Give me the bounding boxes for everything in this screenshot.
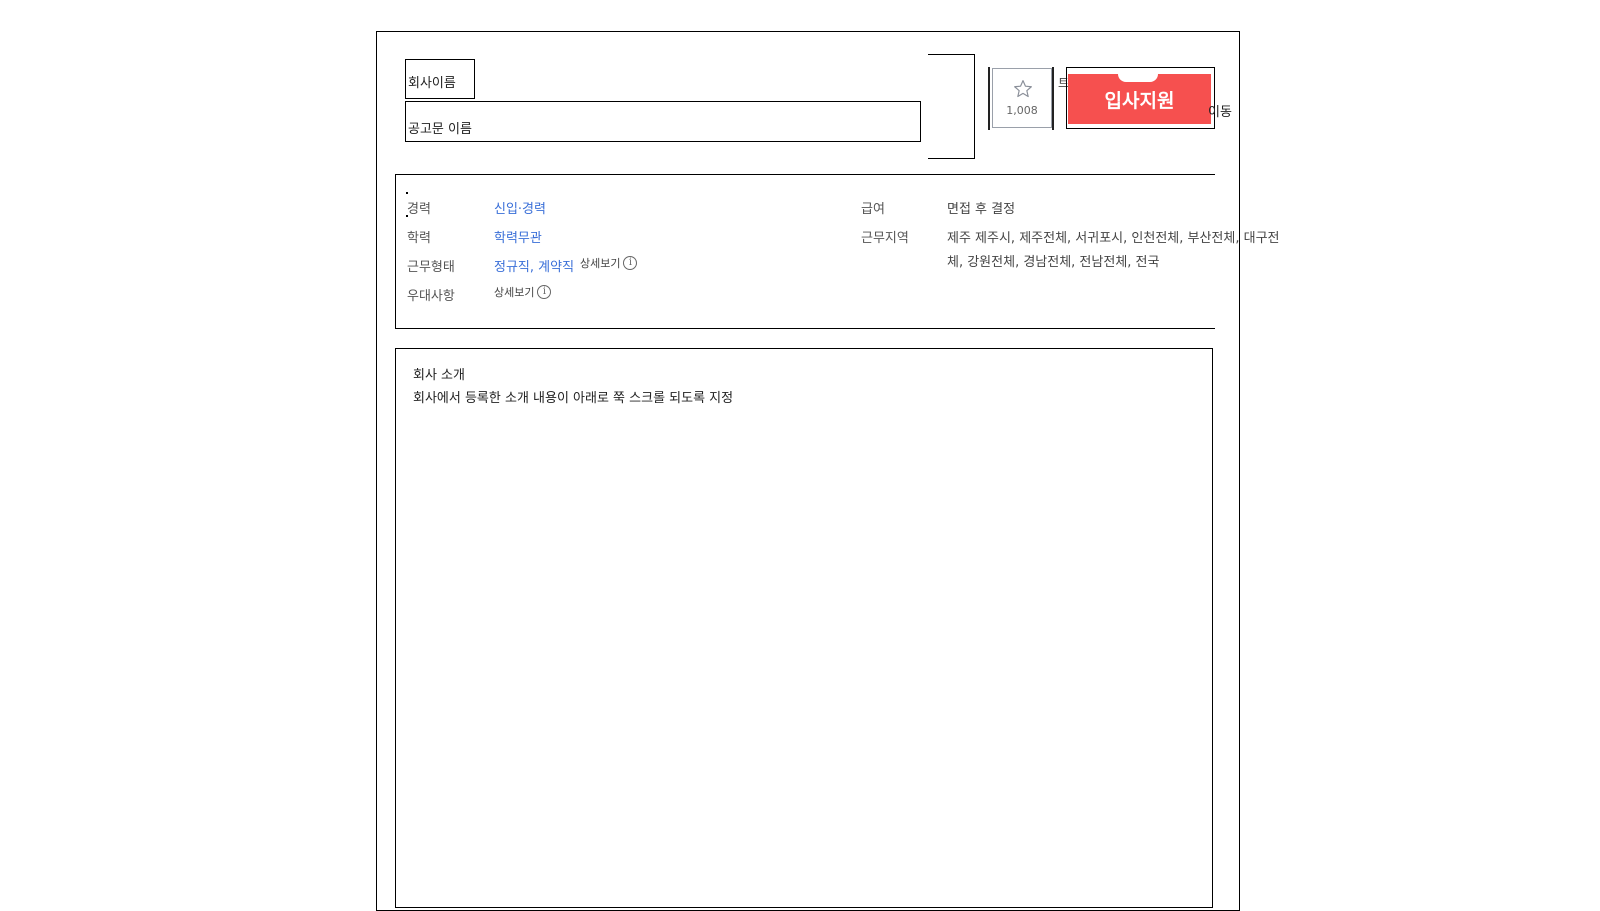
detail-link-label: 상세보기 [494, 286, 535, 299]
label-location: 근무지역 [861, 231, 909, 246]
employment-detail-link[interactable]: 상세보기 i [580, 255, 638, 271]
company-intro-body: 회사에서 등록한 소개 내용이 아래로 쭉 스크롤 되도록 지정 [413, 391, 734, 406]
preference-detail-link[interactable]: 상세보기 i [494, 284, 552, 300]
star-icon [1014, 80, 1032, 98]
company-intro-title: 회사 소개 [413, 368, 465, 383]
apply-notch [1118, 74, 1158, 82]
info-icon: i [537, 285, 552, 299]
label-education: 학력 [407, 231, 431, 246]
detail-link-label: 상세보기 [580, 257, 621, 270]
label-employment-type: 근무형태 [407, 260, 455, 275]
favorite-count: 1,008 [1006, 104, 1038, 117]
posting-title: 공고문 이름 [405, 101, 921, 142]
label-preference: 우대사항 [407, 289, 455, 304]
dot-marker [406, 192, 408, 194]
info-icon: i [623, 256, 638, 270]
company-name: 회사이름 [405, 59, 475, 99]
value-employment-type: 정규직, 계약직 [494, 260, 575, 275]
label-experience: 경력 [407, 202, 431, 217]
value-education: 학력무관 [494, 231, 542, 246]
value-salary: 면접 후 결정 [947, 202, 1016, 217]
label-salary: 급여 [861, 202, 885, 217]
value-experience: 신입·경력 [494, 202, 546, 217]
company-intro-box[interactable] [395, 348, 1213, 908]
header-bracket-box [928, 54, 975, 159]
value-location-line1: 제주 제주시, 제주전체, 서귀포시, 인천전체, 부산전체, 대구전 [947, 231, 1280, 246]
favorite-button[interactable]: 1,008 [992, 68, 1052, 128]
value-location-line2: 체, 강원전체, 경남전체, 전남전체, 전국 [947, 255, 1160, 270]
move-label[interactable]: 이동 [1208, 101, 1232, 120]
